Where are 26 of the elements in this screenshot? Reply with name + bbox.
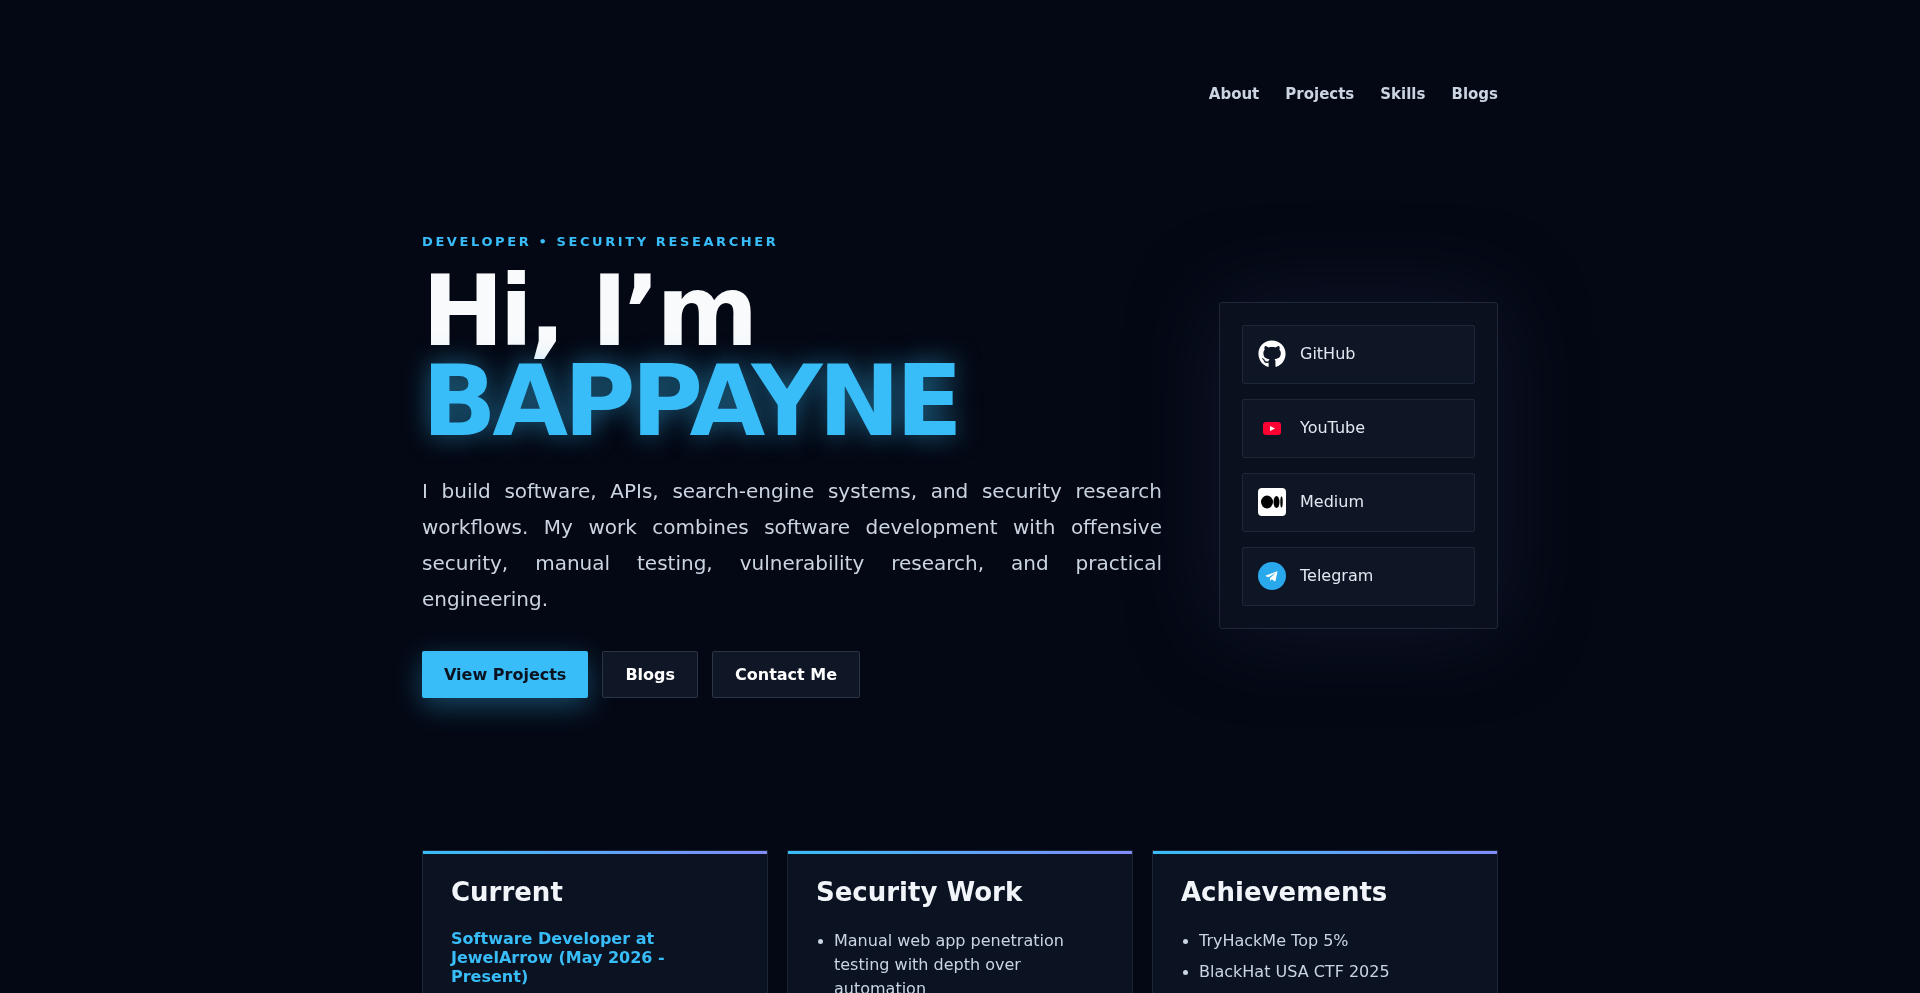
card-title: Achievements (1181, 876, 1389, 908)
social-link[interactable]: Telegram (1242, 546, 1475, 606)
role-text: Software Developer at JewelArrow (May 2026 - Present) (451, 929, 666, 986)
bullet-icon (1183, 970, 1188, 975)
nav-link[interactable]: Skills (1380, 82, 1426, 106)
medium-logo-icon (1258, 488, 1286, 516)
youtube-logo-icon (1263, 421, 1281, 435)
bullet-icon (818, 939, 823, 944)
nav-link[interactable]: Blogs (1451, 82, 1498, 106)
github-logo-icon (1258, 340, 1286, 368)
card-title: Security Work (816, 876, 1024, 908)
list-item-text: TryHackMe Top 5% (1199, 930, 1349, 952)
social-link[interactable]: YouTube (1242, 398, 1475, 458)
list-item-text: BlackHat USA CTF 2025 (1199, 961, 1390, 983)
eyebrow-text: DEVELOPER • SECURITY RESEARCHER (422, 233, 780, 251)
nav-link[interactable]: About (1208, 82, 1260, 106)
nav-link[interactable]: Projects (1285, 82, 1355, 106)
bullet-icon (1183, 939, 1188, 944)
action-button[interactable]: View Projects (422, 651, 589, 698)
telegram-logo-icon (1258, 562, 1286, 590)
card-title: Current (451, 876, 564, 908)
social-link[interactable]: Medium (1242, 472, 1475, 532)
action-button[interactable]: Blogs (602, 651, 699, 698)
intro-paragraph: I build software, APIs, search-engine systems, and security research workflows. My work combines software development with offensive security, manual testing, vulnerability research, and practical engineering. (422, 478, 1162, 613)
social-link[interactable]: GitHub (1242, 324, 1475, 384)
action-button[interactable]: Contact Me (712, 651, 861, 698)
